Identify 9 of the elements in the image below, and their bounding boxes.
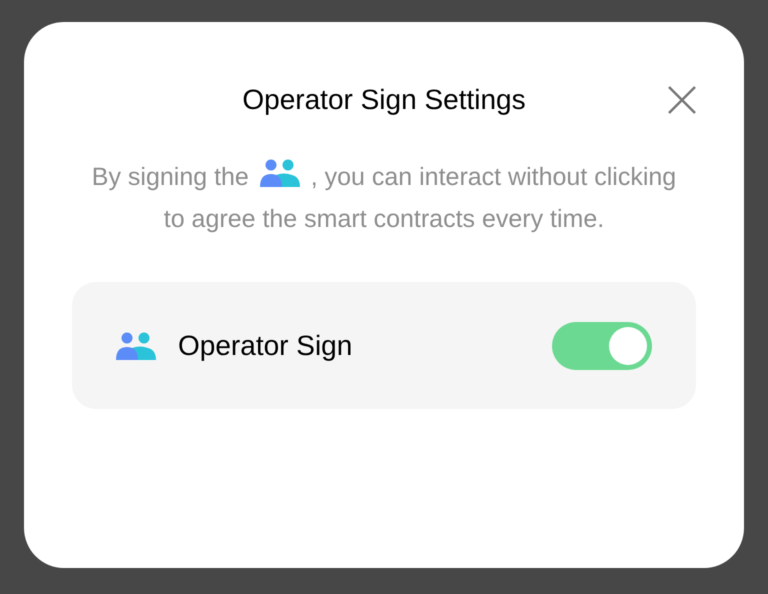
dialog-title: Operator Sign Settings (242, 83, 526, 117)
description-text: By signing the , you can interact without clicking to agree the smart contracts every time. (89, 156, 679, 240)
setting-label: Operator Sign (178, 328, 352, 363)
close-icon (667, 85, 697, 115)
close-button[interactable] (666, 84, 698, 116)
people-icon (116, 332, 156, 360)
toggle-knob (609, 326, 647, 364)
toggle-switch[interactable] (552, 322, 652, 370)
people-icon (260, 159, 300, 187)
